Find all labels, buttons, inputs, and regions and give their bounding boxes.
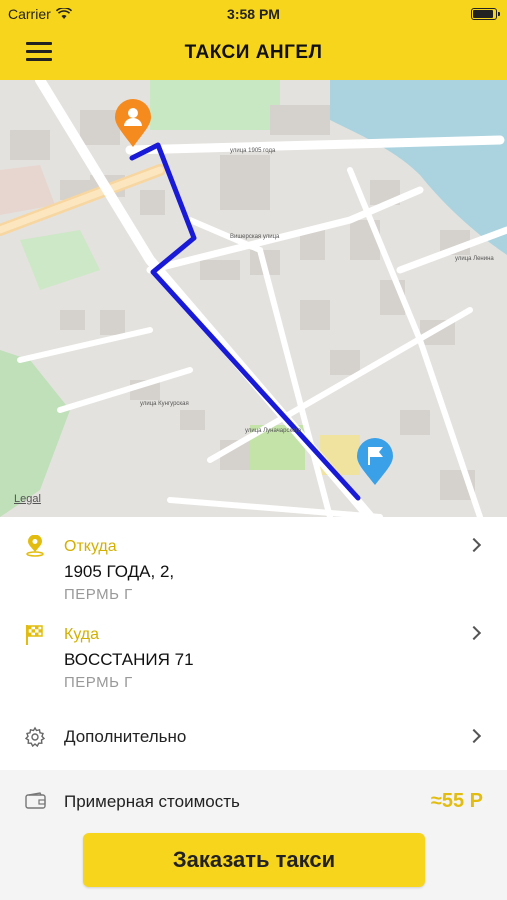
street-label: улица Ленина bbox=[455, 256, 494, 262]
from-city: ПЕРМЬ Г bbox=[64, 586, 133, 603]
top-bar: Carrier 3:58 PM ТАКСИ АНГЕЛ bbox=[0, 0, 507, 80]
location-pin-icon bbox=[26, 535, 44, 557]
chevron-right-icon bbox=[466, 728, 482, 744]
street-label: улица Луначарского bbox=[245, 428, 302, 434]
extra-options-label: Дополнительно bbox=[64, 727, 187, 746]
to-city: ПЕРМЬ Г bbox=[64, 674, 133, 691]
order-footer: Примерная стоимость ≈55 Р Заказать такси bbox=[0, 770, 507, 900]
price-label: Примерная стоимость bbox=[64, 792, 240, 811]
extra-options-row[interactable]: Дополнительно bbox=[0, 717, 507, 757]
from-label: Откуда bbox=[64, 538, 117, 555]
gear-icon bbox=[24, 726, 46, 748]
route-panel: Откуда 1905 ГОДА, 2, ПЕРМЬ Г Куда ВОССТА… bbox=[0, 517, 507, 770]
order-taxi-button[interactable]: Заказать такси bbox=[83, 833, 425, 887]
status-time: 3:58 PM bbox=[227, 6, 280, 22]
street-label: улица 1905 года bbox=[230, 148, 276, 154]
chevron-right-icon bbox=[466, 537, 482, 553]
price-row: Примерная стоимость ≈55 Р bbox=[0, 770, 507, 832]
to-address: ВОССТАНИЯ 71 bbox=[64, 650, 194, 669]
wallet-icon bbox=[25, 792, 46, 809]
chevron-right-icon bbox=[466, 625, 482, 641]
battery-icon bbox=[471, 8, 500, 20]
map-view[interactable]: улица 1905 года Вишерская улица улица Ле… bbox=[0, 80, 507, 517]
from-row[interactable]: Откуда 1905 ГОДА, 2, ПЕРМЬ Г bbox=[0, 517, 507, 605]
nav-bar: ТАКСИ АНГЕЛ bbox=[0, 28, 507, 80]
map-canvas: улица 1905 года Вишерская улица улица Ле… bbox=[0, 80, 507, 517]
page-title: ТАКСИ АНГЕЛ bbox=[184, 42, 323, 63]
street-label: Вишерская улица bbox=[230, 234, 280, 240]
to-label: Куда bbox=[64, 626, 100, 643]
street-label: улица Кунгурская bbox=[140, 401, 189, 407]
to-row[interactable]: Куда ВОССТАНИЯ 71 ПЕРМЬ Г bbox=[0, 605, 507, 693]
destination-marker-icon[interactable] bbox=[356, 438, 394, 486]
legal-link[interactable]: Legal bbox=[14, 493, 41, 505]
origin-marker-icon[interactable] bbox=[114, 98, 152, 148]
price-value: ≈55 Р bbox=[430, 790, 483, 812]
from-address: 1905 ГОДА, 2, bbox=[64, 562, 175, 581]
checkered-flag-icon bbox=[26, 625, 43, 645]
status-bar: Carrier 3:58 PM bbox=[0, 0, 507, 28]
